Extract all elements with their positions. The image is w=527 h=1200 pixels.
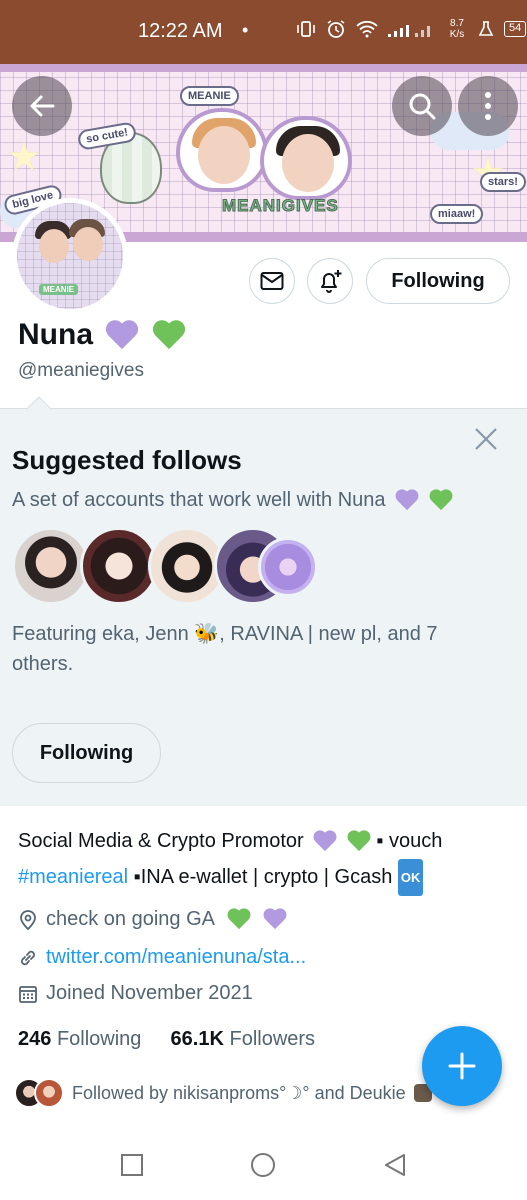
link-icon <box>21 950 35 965</box>
purple-heart-icon <box>313 831 337 852</box>
arrow-left-icon <box>30 95 55 117</box>
search-icon <box>409 93 436 120</box>
banner-top-stripe <box>0 64 527 72</box>
bee-icon: 🐝 <box>194 623 220 645</box>
suggested-title: Suggested follows <box>12 445 242 475</box>
status-time: 12:22 AM <box>138 20 223 42</box>
profile-bio: Social Media & Crypto Promotor ▪ vouch #… <box>18 824 508 896</box>
follow-counts: 246 Following 66.1K Followers <box>18 1028 315 1051</box>
panel-pointer <box>26 396 52 422</box>
green-heart-icon <box>227 909 251 930</box>
alarm-icon <box>327 20 345 38</box>
flask-icon <box>478 21 494 36</box>
ok-button-icon: OK <box>397 859 424 896</box>
back-icon <box>385 1154 405 1176</box>
back-button[interactable] <box>12 76 72 136</box>
avatar-image: MEANIE <box>17 203 123 309</box>
status-dot: • <box>242 20 249 40</box>
suggested-avatar <box>258 537 318 597</box>
message-button[interactable] <box>249 258 295 304</box>
user-handle: @meaniegives <box>18 360 144 381</box>
plus-icon <box>448 1052 476 1080</box>
location-text: check on going GA <box>46 908 215 930</box>
banner-photo-frame-right <box>260 116 352 200</box>
compose-tweet-button[interactable] <box>422 1026 502 1106</box>
banner-star: ★ <box>6 135 42 179</box>
recent-apps-icon <box>121 1154 143 1176</box>
suggested-avatars[interactable] <box>12 527 332 607</box>
close-icon <box>475 428 497 450</box>
suggested-avatar <box>12 527 90 605</box>
banner-sticker: MEANIE <box>180 86 239 106</box>
bio-line-2: #meaniereal ▪INA e-wallet | crypto | Gca… <box>18 859 508 896</box>
joined-text: Joined November 2021 <box>46 982 253 1004</box>
recent-apps-button[interactable] <box>117 1150 147 1180</box>
back-nav-button[interactable] <box>380 1150 410 1180</box>
suggested-subtitle: A set of accounts that work well with Nu… <box>12 489 453 512</box>
search-button[interactable] <box>392 76 452 136</box>
suggested-featuring: Featuring eka, Jenn 🐝, RAVINA | new pl, … <box>12 623 438 675</box>
followed-by-text: Followed by nikisanproms°☽° and Deukie <box>72 1082 406 1103</box>
profile-url-link[interactable]: twitter.com/meanienuna/sta... <box>46 946 306 969</box>
follower-avatar <box>34 1078 64 1108</box>
green-heart-icon <box>429 490 453 511</box>
display-name-text: Nuna <box>18 318 93 351</box>
wifi-icon <box>356 20 378 38</box>
banner-sticker: stars! <box>480 172 526 192</box>
avatar-label: MEANIE <box>39 284 79 295</box>
purple-heart-icon <box>105 321 139 351</box>
suggested-follows-panel: Suggested follows A set of accounts that… <box>0 396 527 806</box>
signal-icon <box>388 25 430 37</box>
profile-avatar[interactable]: MEANIE <box>12 198 128 314</box>
purple-heart-icon <box>395 490 419 511</box>
suggested-avatar <box>80 527 158 605</box>
battery-level: 54 <box>504 21 527 37</box>
status-icons: 8.7 K/s 54 <box>296 18 527 40</box>
system-nav-bar <box>0 1130 527 1200</box>
banner-brand: MEANIGIVES <box>222 196 339 216</box>
network-speed: 8.7 K/s <box>449 18 465 40</box>
dismiss-suggestions-button[interactable] <box>474 425 498 459</box>
following-button[interactable]: Following <box>366 258 510 304</box>
calendar-icon <box>19 985 37 1003</box>
display-name: Nuna <box>18 318 186 352</box>
envelope-icon <box>260 272 284 290</box>
green-heart-icon <box>347 831 371 852</box>
location-pin-icon <box>20 909 36 930</box>
vibrate-icon <box>297 21 315 37</box>
more-button[interactable] <box>458 76 518 136</box>
home-button[interactable] <box>248 1150 278 1180</box>
banner-sticker: miaaw! <box>430 204 484 224</box>
hashtag-link[interactable]: #meaniereal <box>18 866 128 888</box>
followed-by-row[interactable]: Followed by nikisanproms°☽° and Deukie <box>14 1078 432 1108</box>
more-vertical-icon <box>485 92 491 120</box>
url-row: twitter.com/meanienuna/sta... <box>18 946 306 969</box>
home-icon <box>251 1153 275 1177</box>
suggested-following-button[interactable]: Following <box>12 723 161 783</box>
followers-count-link[interactable]: 66.1K Followers <box>171 1028 316 1050</box>
green-heart-icon <box>152 321 186 351</box>
followed-by-avatars <box>14 1078 64 1108</box>
location-row: check on going GA <box>18 908 287 931</box>
following-count-link[interactable]: 246 Following <box>18 1028 141 1050</box>
status-bar: 12:22 AM • 8.7 K/s 54 <box>0 0 527 64</box>
notifications-button[interactable] <box>307 258 353 304</box>
bell-plus-icon <box>321 270 342 293</box>
purple-heart-icon <box>263 909 287 930</box>
joined-row: Joined November 2021 <box>18 982 253 1005</box>
banner-photo-frame-left <box>176 108 268 192</box>
bio-line-1: Social Media & Crypto Promotor ▪ vouch <box>18 830 443 852</box>
